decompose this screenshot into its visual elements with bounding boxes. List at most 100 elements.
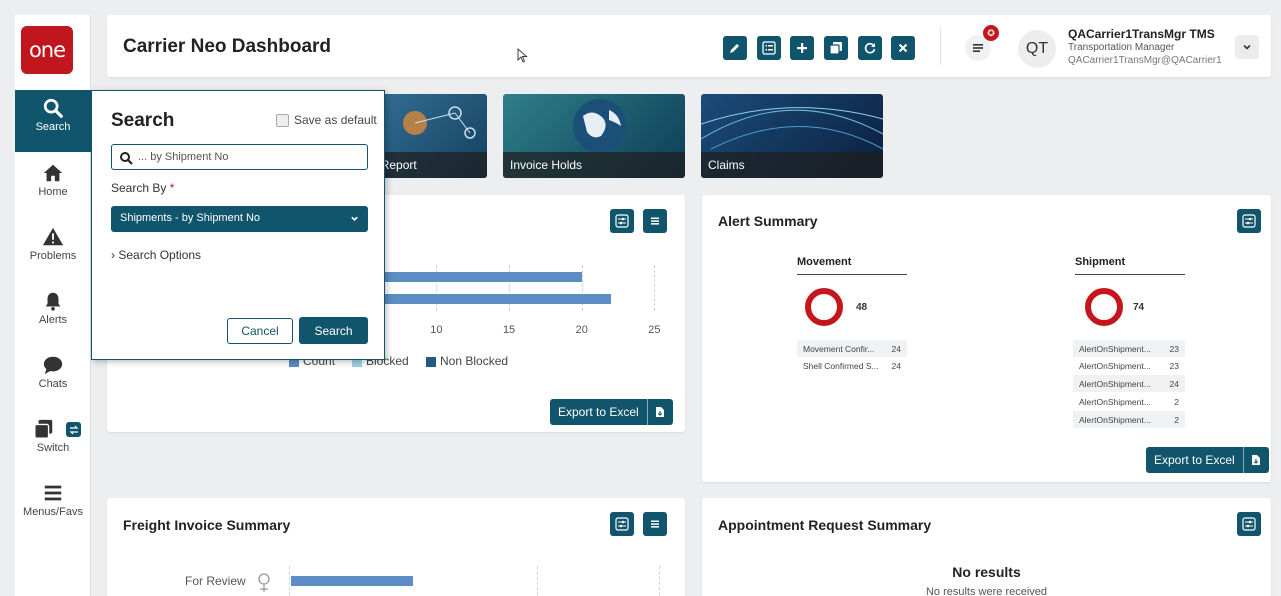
alert-row-name: Shell Confirmed S...: [803, 360, 879, 371]
shipment-heading: Shipment: [1075, 256, 1185, 275]
export-label: Export to Excel: [1154, 453, 1235, 467]
alert-row-count: 23: [1169, 343, 1179, 354]
tile-arcs-graphic: [701, 107, 883, 150]
x-tick-label: 15: [502, 324, 516, 336]
hamburger-icon: [651, 520, 659, 528]
filter-button[interactable]: [610, 512, 634, 536]
nav-item-search[interactable]: Search: [15, 90, 91, 152]
notification-badge-icon: ✪: [983, 25, 999, 41]
filter-button[interactable]: [610, 209, 634, 233]
search-by-select[interactable]: Shipments - by Shipment No: [111, 206, 368, 232]
user-name: QACarrier1TransMgr TMS: [1068, 27, 1215, 41]
alert-row[interactable]: AlertOnShipment... 23: [1073, 340, 1185, 357]
filter-button[interactable]: [1237, 512, 1261, 536]
filter-button[interactable]: [1237, 209, 1261, 233]
alert-row[interactable]: AlertOnShipment... 2: [1073, 393, 1185, 410]
freight-invoice-summary-card: Freight Invoice Summary For Review: [107, 498, 685, 596]
search-options-toggle[interactable]: › Search Options: [111, 248, 201, 262]
header-divider: [940, 27, 941, 65]
nav-item-problems[interactable]: Problems: [15, 219, 91, 281]
search-panel-title: Search: [111, 110, 175, 131]
search-input-wrapper: [111, 144, 368, 170]
sliders-icon: [615, 214, 629, 228]
chat-icon: [43, 356, 63, 375]
app-logo[interactable]: one: [21, 26, 73, 74]
tile-claims[interactable]: Claims: [701, 94, 883, 178]
alert-row[interactable]: Shell Confirmed S... 24: [797, 357, 907, 374]
x-tick-label: 10: [430, 324, 443, 336]
file-download-icon: [646, 399, 673, 425]
hamburger-icon: [44, 485, 62, 501]
nav-item-switch[interactable]: Switch: [15, 411, 91, 473]
nav-item-chats[interactable]: Chats: [15, 347, 91, 409]
alert-row-count: 24: [891, 343, 901, 354]
tile-label: Claims: [701, 152, 883, 178]
list-button[interactable]: [757, 36, 781, 60]
alert-row-name: AlertOnShipment...: [1079, 378, 1151, 389]
sliders-icon: [1242, 214, 1256, 228]
sliders-icon: [615, 517, 629, 531]
nav-item-label: Chats: [38, 378, 68, 390]
x-tick-label: 20: [575, 324, 588, 336]
alert-row-count: 23: [1169, 360, 1179, 371]
required-marker: *: [169, 181, 175, 195]
save-as-default-checkbox[interactable]: [276, 114, 289, 127]
refresh-button[interactable]: [858, 36, 882, 60]
no-results-message: No results were received: [925, 586, 1048, 596]
nav-item-alerts[interactable]: Alerts: [15, 283, 91, 345]
file-download-icon: [1242, 447, 1269, 473]
pin-icon: [258, 573, 270, 592]
add-button[interactable]: [790, 36, 814, 60]
category-label: For Review: [185, 574, 246, 588]
nav-item-home[interactable]: Home: [15, 155, 91, 217]
chart-bar[interactable]: [291, 576, 413, 586]
user-role: Transportation Manager: [1068, 42, 1175, 53]
search-by-label: Search By *: [111, 181, 174, 195]
search-panel: Search Save as default Search By * Shipm…: [91, 90, 385, 360]
avatar[interactable]: QT: [1018, 30, 1056, 68]
nav-item-label: Alerts: [38, 314, 68, 326]
card-title: Freight Invoice Summary: [123, 517, 291, 533]
grid-line: [581, 265, 583, 311]
close-button[interactable]: [891, 36, 915, 60]
grid-line: [654, 265, 656, 311]
search-by-text: Search By: [111, 181, 167, 195]
search-by-value: Shipments - by Shipment No: [120, 212, 261, 224]
nav-item-menus-favs[interactable]: Menus/Favs: [15, 475, 91, 537]
user-menu-dropdown[interactable]: [1235, 35, 1259, 59]
search-submit-button[interactable]: Search: [299, 317, 368, 344]
movement-total: 48: [856, 302, 868, 313]
nav-item-label: Problems: [29, 250, 77, 262]
export-to-excel-button[interactable]: Export to Excel: [1146, 447, 1269, 473]
page-header: Carrier Neo Dashboard ✪ QT QACarrier1Tra…: [107, 15, 1271, 77]
legend-label: Non Blocked: [440, 354, 509, 368]
switch-badge-icon: [66, 422, 81, 437]
alert-row-count: 24: [891, 360, 901, 371]
search-input[interactable]: [138, 149, 358, 165]
nav-item-label: Search: [35, 121, 71, 133]
globe-icon: [573, 99, 627, 153]
grid-line: [537, 566, 538, 596]
bell-icon: [45, 292, 61, 311]
alert-row[interactable]: AlertOnShipment... 23: [1073, 357, 1185, 374]
sliders-icon: [1242, 517, 1256, 531]
export-to-excel-button[interactable]: Export to Excel: [550, 399, 673, 425]
alert-row-count: 24: [1169, 378, 1179, 389]
alert-row[interactable]: Movement Confir... 24: [797, 340, 907, 357]
alert-row[interactable]: AlertOnShipment... 2: [1073, 411, 1185, 428]
alert-row-name: Movement Confir...: [803, 343, 875, 354]
save-as-default-label: Save as default: [294, 113, 377, 127]
cancel-button[interactable]: Cancel: [227, 318, 293, 344]
list-icon: [762, 41, 776, 55]
copy-button[interactable]: [824, 36, 848, 60]
search-options-label: Search Options: [118, 248, 202, 262]
alert-row-name: AlertOnShipment...: [1079, 360, 1151, 371]
menu-button[interactable]: [643, 512, 667, 536]
menu-button[interactable]: [643, 209, 667, 233]
grid-line: [659, 566, 660, 596]
tile-label: Invoice Holds: [503, 152, 685, 178]
shipment-total: 74: [1133, 302, 1145, 313]
edit-button[interactable]: [723, 36, 747, 60]
alert-row[interactable]: AlertOnShipment... 24: [1073, 375, 1185, 392]
tile-invoice-holds[interactable]: Invoice Holds: [503, 94, 685, 178]
